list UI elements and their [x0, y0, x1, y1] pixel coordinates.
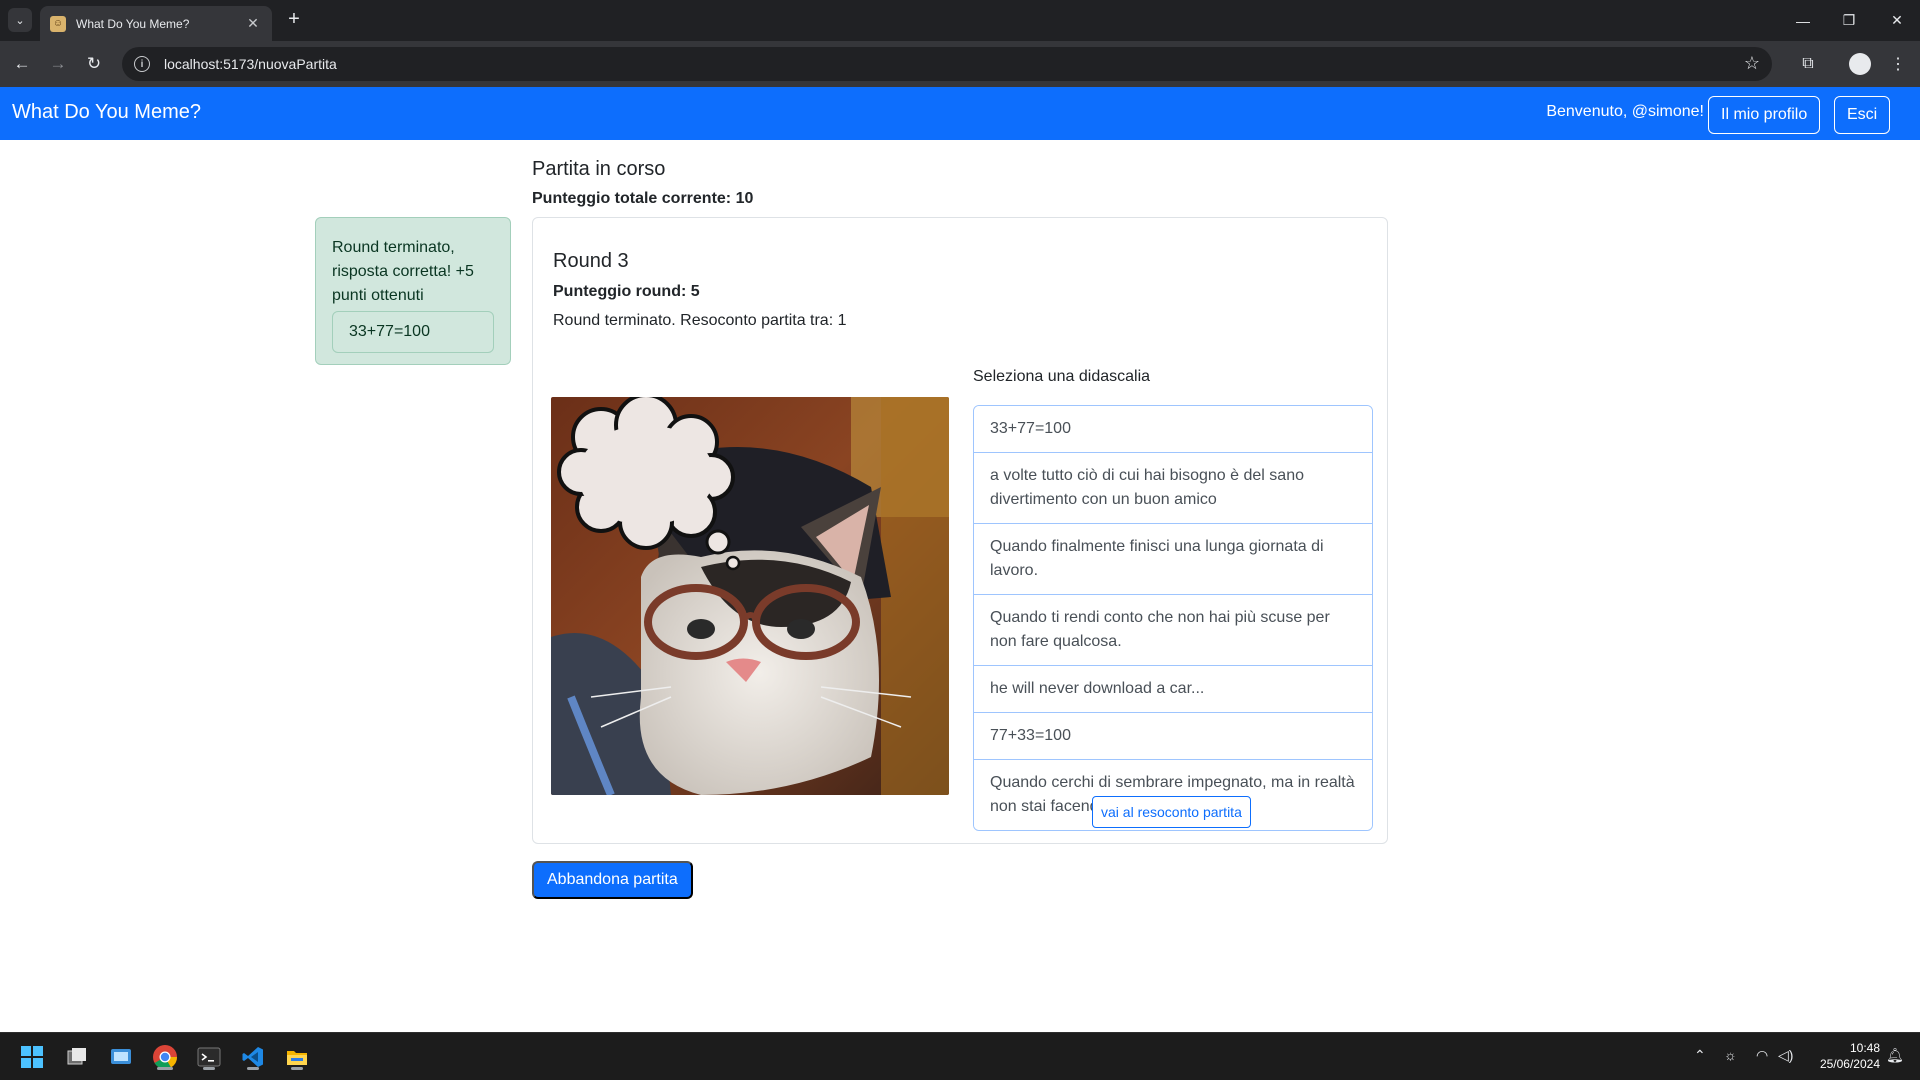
back-icon[interactable]: ←: [8, 50, 36, 78]
close-tab-icon[interactable]: ✕: [244, 15, 262, 32]
caption-option[interactable]: Quando finalmente finisci una lunga gior…: [974, 524, 1372, 595]
profile-button[interactable]: Il mio profilo: [1708, 96, 1821, 134]
chrome-icon[interactable]: [150, 1042, 180, 1072]
welcome-text: Benvenuto, @simone!: [1546, 103, 1704, 120]
caption-option[interactable]: 77+33=100: [974, 713, 1372, 760]
extensions-icon[interactable]: ⧉: [1794, 50, 1822, 78]
caption-option[interactable]: Quando ti rendi conto che non hai più sc…: [974, 595, 1372, 666]
correct-caption: 33+77=100: [332, 311, 494, 353]
restore-icon[interactable]: ❐: [1826, 0, 1872, 41]
reload-icon[interactable]: ↻: [80, 50, 108, 78]
correct-caption-text: 33+77=100: [349, 323, 430, 340]
game-summary-button[interactable]: vai al resoconto partita: [1092, 796, 1251, 828]
round-status: Round terminato. Resoconto partita tra: …: [553, 312, 847, 329]
url-text[interactable]: localhost:5173/nuovaPartita: [164, 56, 337, 72]
app-navbar: What Do You Meme? Benvenuto, @simone! Il…: [0, 87, 1920, 140]
forward-icon[interactable]: →: [44, 50, 72, 78]
meme-image: [551, 397, 949, 795]
minimize-icon[interactable]: —: [1780, 0, 1826, 41]
task-view-icon[interactable]: [62, 1042, 92, 1072]
wifi-icon[interactable]: ◠: [1756, 1047, 1768, 1064]
browser-tab-strip: ⌄ ☺ What Do You Meme? ✕ + — ❐ ✕: [0, 0, 1920, 41]
caption-option[interactable]: a volte tutto ciò di cui hai bisogno è d…: [974, 453, 1372, 524]
page-title: Partita in corso: [532, 158, 666, 180]
show-hidden-icons-chevron-icon[interactable]: ⌃: [1694, 1047, 1706, 1064]
terminal-icon[interactable]: [194, 1042, 224, 1072]
total-score: Punteggio totale corrente: 10: [532, 190, 754, 207]
vscode-icon[interactable]: [238, 1042, 268, 1072]
address-bar[interactable]: i localhost:5173/nuovaPartita ☆: [122, 47, 1772, 81]
brand-title[interactable]: What Do You Meme?: [12, 101, 201, 124]
logout-button[interactable]: Esci: [1834, 96, 1891, 134]
round-title: Round 3: [553, 250, 629, 272]
abandon-game-button[interactable]: Abbandona partita: [532, 861, 693, 899]
clock-time: 10:48: [1849, 1041, 1880, 1055]
control-panel-icon[interactable]: [106, 1042, 136, 1072]
tab-search-chevron-icon[interactable]: ⌄: [8, 8, 32, 32]
round-card: Round 3 Punteggio round: 5 Round termina…: [532, 217, 1388, 844]
browser-tab[interactable]: ☺ What Do You Meme? ✕: [40, 6, 272, 41]
round-score: Punteggio round: 5: [553, 283, 700, 300]
system-clock[interactable]: 10:48 25/06/2024: [1820, 1040, 1880, 1072]
new-tab-icon[interactable]: +: [282, 8, 306, 32]
bookmark-star-icon[interactable]: ☆: [1744, 53, 1760, 74]
alert-message: Round terminato, risposta corretta! +5 p…: [332, 239, 474, 304]
browser-toolbar: ← → ↻ i localhost:5173/nuovaPartita ☆ ⧉ …: [0, 41, 1920, 87]
profile-icon[interactable]: [1846, 50, 1874, 78]
caption-option[interactable]: he will never download a car...: [974, 666, 1372, 713]
choose-caption-label: Seleziona una didascalia: [973, 368, 1151, 385]
file-explorer-icon[interactable]: [282, 1042, 312, 1072]
clock-date: 25/06/2024: [1819, 1057, 1880, 1071]
notifications-bell-icon[interactable]: 🔔︎: [1886, 1047, 1904, 1064]
volume-icon[interactable]: ◁): [1778, 1047, 1793, 1064]
round-result-alert: Round terminato, risposta corretta! +5 p…: [315, 217, 511, 365]
windows-start-icon[interactable]: [17, 1042, 47, 1072]
close-window-icon[interactable]: ✕: [1874, 0, 1920, 41]
brightness-icon[interactable]: ☼: [1724, 1047, 1737, 1063]
tab-title: What Do You Meme?: [76, 16, 190, 31]
caption-list: 33+77=100 a volte tutto ciò di cui hai b…: [973, 405, 1373, 831]
site-info-icon[interactable]: i: [134, 56, 150, 72]
caption-option[interactable]: 33+77=100: [974, 406, 1372, 453]
menu-dots-icon[interactable]: ⋮: [1884, 50, 1912, 78]
favicon-icon: ☺: [50, 15, 66, 32]
taskbar: ⌃ ☼ ◠ ◁) 10:48 25/06/2024 🔔︎: [0, 1032, 1920, 1080]
